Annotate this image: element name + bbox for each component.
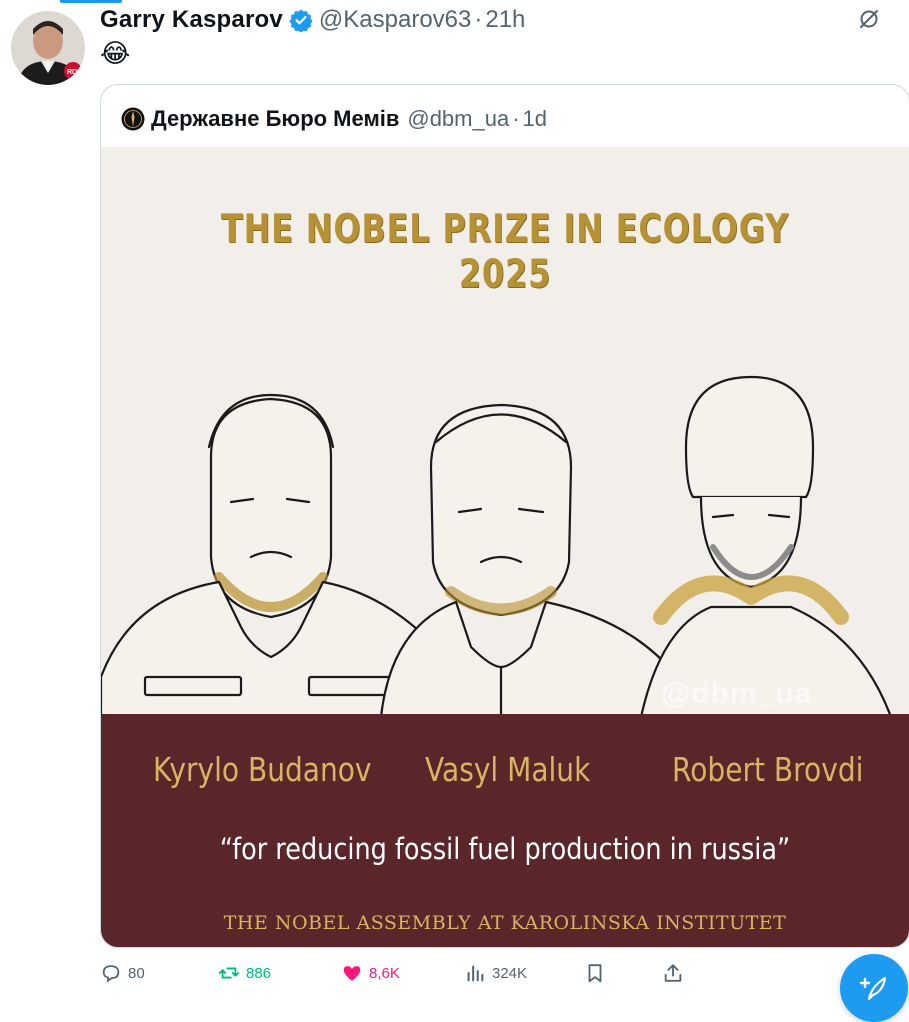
tweet-text: 😂: [100, 38, 131, 68]
assembly-footer: THE NOBEL ASSEMBLY AT KAROLINSKA INSTITU…: [223, 912, 787, 934]
quote-separator-dot: ·: [512, 106, 520, 131]
watermark: @dbm_ua: [661, 677, 813, 710]
laureate-name: Robert Brovdi: [672, 750, 864, 789]
quote-author-name[interactable]: Державне Бюро Мемів: [151, 106, 399, 132]
quoted-tweet-card[interactable]: Державне Бюро Мемів @dbm_ua · 1d THE NOB…: [100, 84, 909, 948]
views-button[interactable]: 324K: [464, 958, 527, 988]
retweet-icon: [218, 967, 240, 979]
laureate-portraits-illustration: [101, 375, 893, 717]
grok-icon[interactable]: [858, 8, 880, 30]
tweet-header: Garry Kasparov @Kasparov63 · 21h: [100, 4, 525, 36]
share-icon: [664, 964, 682, 982]
meme-title: THE NOBEL PRIZE IN ECOLOGY 2025: [220, 207, 790, 297]
tweet-action-bar: 80 886 8,6K 324K: [100, 958, 700, 988]
author-name[interactable]: Garry Kasparov: [100, 6, 283, 34]
laureate-name: Kyrylo Budanov: [153, 750, 372, 789]
retweet-count: 886: [246, 964, 272, 982]
like-button[interactable]: 8,6K: [341, 958, 400, 988]
avatar-badge-text: RDI: [67, 69, 79, 76]
bookmark-icon: [588, 964, 602, 983]
views-icon: [467, 965, 484, 982]
quote-time[interactable]: 1d: [523, 106, 547, 132]
bookmark-button[interactable]: [584, 958, 612, 988]
share-button[interactable]: [662, 958, 690, 988]
reply-count: 80: [128, 964, 145, 982]
like-count: 8,6K: [369, 964, 400, 982]
author-handle[interactable]: @Kasparov63: [319, 6, 471, 34]
meme-image[interactable]: THE NOBEL PRIZE IN ECOLOGY 2025 @dbm_ua …: [101, 147, 909, 947]
laureate-name: Vasyl Maluk: [425, 750, 591, 789]
quote-author-handle[interactable]: @dbm_ua: [407, 106, 509, 132]
like-icon: [343, 966, 361, 981]
compose-button[interactable]: [840, 954, 908, 1022]
views-count: 324K: [492, 964, 528, 982]
reply-button[interactable]: 80: [100, 958, 145, 988]
avatar-portrait: RDI: [11, 11, 85, 85]
active-tab-indicator: [60, 0, 122, 3]
compose-icon: [859, 976, 887, 1001]
avatar[interactable]: RDI: [11, 11, 85, 85]
retweet-button[interactable]: 886: [218, 958, 271, 988]
reply-icon: [102, 965, 120, 983]
quote-avatar[interactable]: [121, 107, 145, 131]
verified-badge-icon: [289, 9, 313, 32]
prize-citation: “for reducing fossil fuel production in …: [219, 832, 791, 866]
separator-dot: ·: [474, 6, 483, 33]
quote-header: Державне Бюро Мемів @dbm_ua · 1d: [121, 104, 547, 134]
laureates-banner: Kyrylo Budanov Vasyl Maluk Robert Brovdi…: [101, 714, 909, 947]
tweet-time[interactable]: 21h: [485, 6, 525, 34]
